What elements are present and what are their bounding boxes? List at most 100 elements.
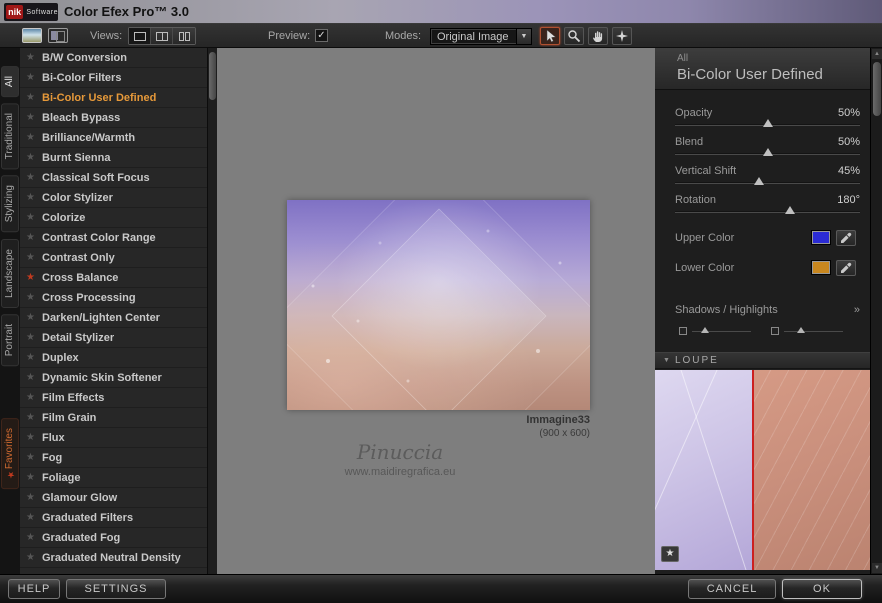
pan-tool-button[interactable] (588, 27, 608, 45)
lower-color-eyedropper-button[interactable] (836, 260, 856, 276)
upper-color-swatch[interactable] (812, 231, 830, 244)
filter-item[interactable]: ★ Film Grain (20, 408, 207, 428)
filter-item[interactable]: ★ Cross Processing (20, 288, 207, 308)
slider-thumb[interactable] (763, 119, 773, 127)
favorite-star-icon[interactable]: ★ (26, 152, 42, 163)
view-sidebyside-button[interactable] (173, 28, 195, 44)
filter-item[interactable]: ★ Color Stylizer (20, 188, 207, 208)
favorite-star-icon[interactable]: ★ (26, 492, 42, 503)
tab-stylizing[interactable]: Stylizing (1, 175, 19, 233)
filter-item[interactable]: ★ Brilliance/Warmth (20, 128, 207, 148)
select-tool-button[interactable] (540, 27, 560, 45)
slider-track[interactable] (675, 211, 860, 213)
slider-thumb[interactable] (763, 148, 773, 156)
filter-item[interactable]: ★ Cross Balance (20, 268, 207, 288)
modes-dropdown[interactable]: Original Image ▼ (430, 28, 532, 45)
scroll-down-arrow-icon[interactable]: ▼ (872, 563, 882, 573)
favorite-star-icon[interactable]: ★ (26, 532, 42, 543)
panel-scrollbar-thumb[interactable] (873, 62, 881, 116)
favorite-star-icon[interactable]: ★ (26, 292, 42, 303)
highlights-swatch-icon[interactable] (771, 327, 779, 335)
favorite-star-icon[interactable]: ★ (26, 332, 42, 343)
preview-checkbox[interactable]: ✓ (315, 29, 328, 42)
favorite-star-icon[interactable]: ★ (26, 552, 42, 563)
favorite-star-icon[interactable]: ★ (26, 132, 42, 143)
filter-item[interactable]: ★ Graduated Filters (20, 508, 207, 528)
slider-thumb[interactable] (754, 177, 764, 185)
favorite-star-icon[interactable]: ★ (26, 312, 42, 323)
favorite-star-icon[interactable]: ★ (26, 192, 42, 203)
favorite-star-icon[interactable]: ★ (26, 272, 42, 283)
favorite-star-icon[interactable]: ★ (26, 412, 42, 423)
filter-item[interactable]: ★ Glamour Glow (20, 488, 207, 508)
tab-favorites[interactable]: ★Favorites (1, 417, 19, 489)
filter-item[interactable]: ★ Detail Stylizer (20, 328, 207, 348)
tab-portrait[interactable]: Portrait (1, 313, 19, 366)
favorite-star-icon[interactable]: ★ (26, 372, 42, 383)
shadows-slider-thumb[interactable] (701, 327, 709, 333)
favorite-star-icon[interactable]: ★ (26, 352, 42, 363)
loupe-section-header[interactable]: ▼ LOUPE (655, 352, 870, 369)
filter-item[interactable]: ★ Dynamic Skin Softener (20, 368, 207, 388)
filter-item[interactable]: ★ B/W Conversion (20, 48, 207, 68)
favorite-star-icon[interactable]: ★ (26, 72, 42, 83)
favorite-star-icon[interactable]: ★ (26, 172, 42, 183)
tab-all[interactable]: All (1, 66, 19, 98)
view-split-button[interactable] (151, 28, 173, 44)
filter-item[interactable]: ★ Duplex (20, 348, 207, 368)
favorite-star-icon[interactable]: ★ (26, 512, 42, 523)
image-thumbnail-icon[interactable] (22, 28, 42, 43)
slider-thumb[interactable] (785, 206, 795, 214)
upper-color-eyedropper-button[interactable] (836, 230, 856, 246)
filter-item[interactable]: ★ Graduated Neutral Density (20, 548, 207, 568)
view-single-button[interactable] (129, 28, 151, 44)
filter-item[interactable]: ★ Contrast Color Range (20, 228, 207, 248)
favorite-star-icon[interactable]: ★ (26, 232, 42, 243)
filter-item[interactable]: ★ Flux (20, 428, 207, 448)
favorite-star-icon[interactable]: ★ (26, 52, 42, 63)
tab-traditional[interactable]: Traditional (1, 103, 19, 170)
favorite-star-icon[interactable]: ★ (26, 92, 42, 103)
panel-scrollbar[interactable]: ▲ ▼ (870, 48, 882, 574)
favorite-star-icon[interactable]: ★ (26, 112, 42, 123)
filter-item[interactable]: ★ Fog (20, 448, 207, 468)
filter-scrollbar-thumb[interactable] (209, 52, 216, 100)
filter-item[interactable]: ★ Graduated Fog (20, 528, 207, 548)
favorite-star-icon[interactable]: ★ (26, 212, 42, 223)
cancel-button[interactable]: CANCEL (688, 579, 776, 599)
filter-item[interactable]: ★ Bi-Color User Defined (20, 88, 207, 108)
favorite-star-icon[interactable]: ★ (26, 452, 42, 463)
panel-layout-icon[interactable] (48, 28, 68, 43)
filter-item[interactable]: ★ Bi-Color Filters (20, 68, 207, 88)
favorite-star-icon[interactable]: ★ (26, 432, 42, 443)
shadows-swatch-icon[interactable] (679, 327, 687, 335)
filter-item[interactable]: ★ Bleach Bypass (20, 108, 207, 128)
filter-item[interactable]: ★ Foliage (20, 468, 207, 488)
filter-list-scrollbar[interactable] (207, 48, 217, 574)
shadows-highlights-expand-icon[interactable]: » (854, 304, 860, 316)
compare-tool-button[interactable] (612, 27, 632, 45)
zoom-tool-button[interactable] (564, 27, 584, 45)
lower-color-swatch[interactable] (812, 261, 830, 274)
favorite-star-icon[interactable]: ★ (26, 392, 42, 403)
filter-item[interactable]: ★ Colorize (20, 208, 207, 228)
filter-item[interactable]: ★ Darken/Lighten Center (20, 308, 207, 328)
views-label: Views: (90, 30, 123, 42)
highlights-slider-thumb[interactable] (797, 327, 805, 333)
settings-button[interactable]: SETTINGS (66, 579, 166, 599)
ok-button[interactable]: OK (782, 579, 862, 599)
preview-image[interactable] (287, 200, 590, 410)
loupe-favorite-button[interactable]: ★ (661, 546, 679, 562)
slider-track[interactable] (675, 182, 860, 184)
loupe-preview[interactable]: ★ (655, 370, 870, 570)
favorite-star-icon[interactable]: ★ (26, 252, 42, 263)
favorite-star-icon[interactable]: ★ (26, 472, 42, 483)
tab-landscape[interactable]: Landscape (1, 238, 19, 308)
filter-item[interactable]: ★ Burnt Sienna (20, 148, 207, 168)
help-button[interactable]: HELP (8, 579, 60, 599)
filter-item[interactable]: ★ Contrast Only (20, 248, 207, 268)
filter-item[interactable]: ★ Classical Soft Focus (20, 168, 207, 188)
filter-item[interactable]: ★ Film Effects (20, 388, 207, 408)
scroll-up-arrow-icon[interactable]: ▲ (872, 49, 882, 59)
highlights-slider-track[interactable] (784, 331, 843, 332)
